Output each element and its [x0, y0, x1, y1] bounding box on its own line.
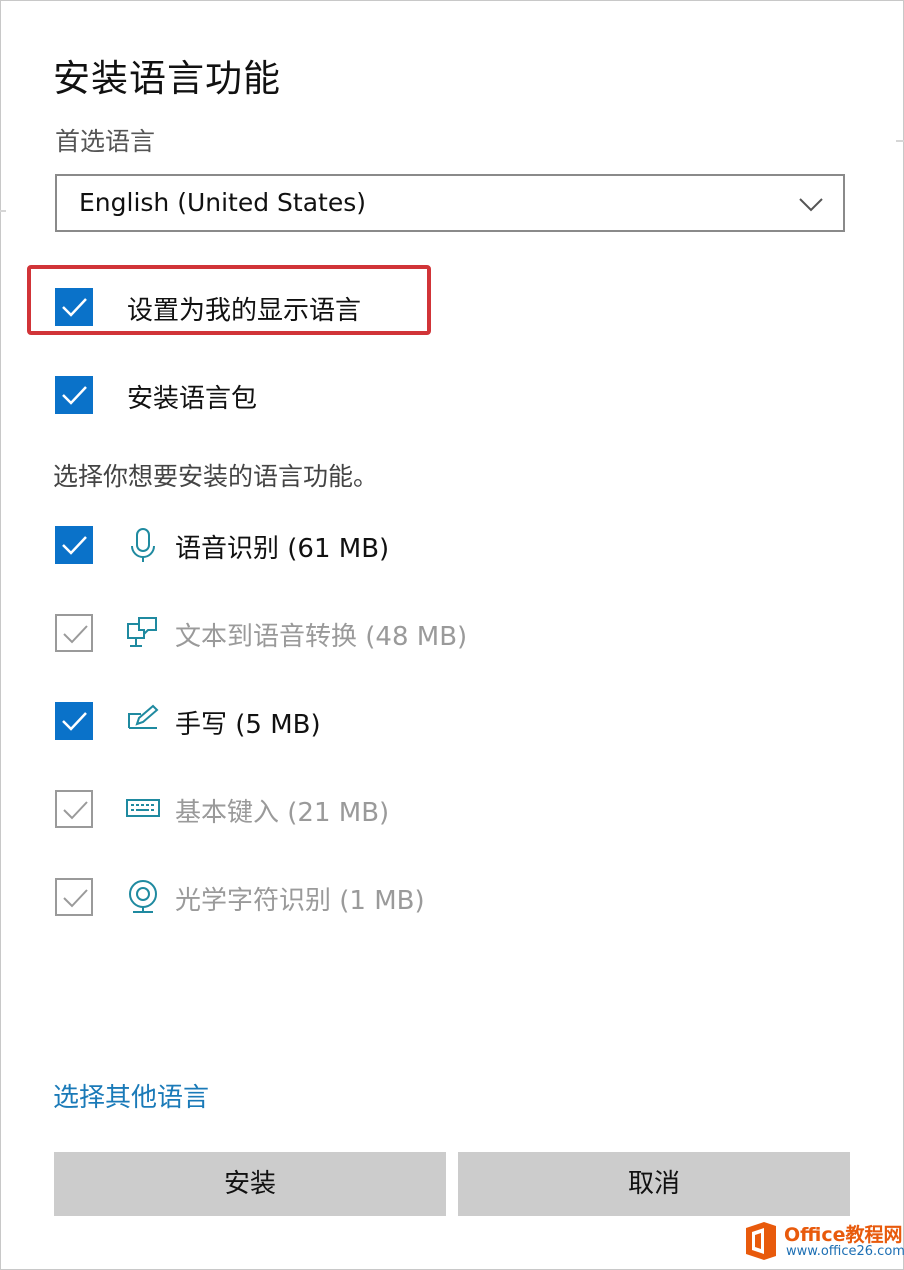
office-logo-icon	[746, 1222, 776, 1260]
checkmark-icon	[62, 536, 87, 555]
watermark-brand: Office教程网	[784, 1224, 903, 1246]
text-to-speech-label: 文本到语音转换 (48 MB)	[175, 622, 468, 652]
handwriting-icon	[128, 704, 159, 729]
text-to-speech-icon	[127, 617, 157, 647]
handwriting-label: 手写 (5 MB)	[175, 710, 321, 740]
preferred-language-value: English (United States)	[79, 188, 367, 217]
background-edge	[896, 140, 904, 142]
install-language-pack-label: 安装语言包	[127, 384, 258, 414]
checkmark-icon	[62, 298, 87, 317]
speech-recognition-label: 语音识别 (61 MB)	[175, 534, 390, 564]
chevron-down-icon	[799, 198, 823, 212]
set-display-language-checkbox[interactable]	[55, 288, 93, 326]
install-language-pack-checkbox[interactable]	[55, 376, 93, 414]
basic-typing-checkbox	[55, 790, 93, 828]
dialog-title: 安装语言功能	[53, 57, 281, 100]
checkmark-icon	[63, 625, 88, 644]
background-edge	[0, 210, 6, 212]
ocr-checkbox	[55, 878, 93, 916]
checkmark-icon	[62, 712, 87, 731]
preferred-language-label: 首选语言	[55, 127, 156, 156]
checkmark-icon	[62, 386, 87, 405]
checkmark-icon	[63, 801, 88, 820]
preferred-language-dropdown[interactable]: English (United States)	[55, 174, 845, 232]
ocr-label: 光学字符识别 (1 MB)	[175, 886, 425, 916]
text-to-speech-checkbox	[55, 614, 93, 652]
keyboard-icon	[126, 799, 160, 817]
basic-typing-label: 基本键入 (21 MB)	[175, 798, 390, 828]
install-button[interactable]: 安装	[54, 1152, 446, 1216]
choose-other-language-link[interactable]: 选择其他语言	[53, 1077, 209, 1114]
ocr-camera-icon	[129, 880, 157, 913]
microphone-icon	[131, 528, 155, 562]
watermark-url: www.office26.com	[786, 1244, 904, 1259]
handwriting-checkbox[interactable]	[55, 702, 93, 740]
cancel-button[interactable]: 取消	[458, 1152, 850, 1216]
features-hint: 选择你想要安装的语言功能。	[53, 462, 379, 491]
speech-recognition-checkbox[interactable]	[55, 526, 93, 564]
watermark: Office教程网 www.office26.com	[740, 1218, 904, 1266]
set-display-language-label: 设置为我的显示语言	[127, 296, 362, 326]
checkmark-icon	[63, 889, 88, 908]
